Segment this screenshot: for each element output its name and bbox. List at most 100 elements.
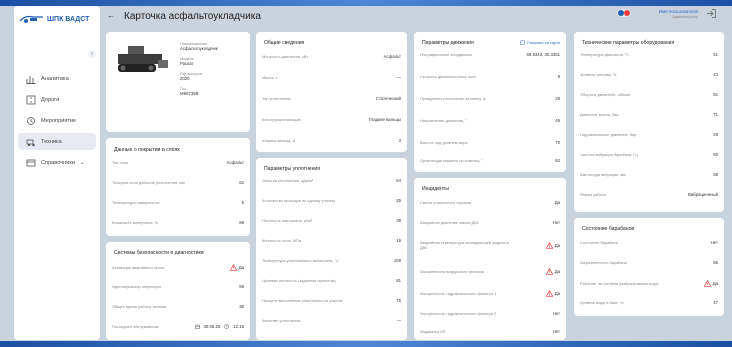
row-label: Загрязненность барабана [580, 260, 627, 265]
sidebar-item-label: Аналитика [41, 75, 69, 82]
row-label: Засоренность гидравлического фильтра 1 [420, 291, 497, 296]
row-value: 62 [555, 158, 560, 163]
field-value: Раскат [180, 61, 194, 66]
row-value: 81 [713, 92, 718, 97]
brand-logo[interactable]: ШПК ВАДСТ [19, 12, 89, 26]
row-value: 159 [393, 258, 401, 263]
row-label: Процент выполнения уплотнения на участке [262, 298, 343, 303]
safety-card: Системы безопасности и диагностики Актив… [106, 242, 250, 340]
maintenance-date: 30.05.25 [203, 324, 221, 329]
info-row: Засоренность гидравлического фильтра 2 Не… [420, 311, 560, 316]
info-row: Давление масла, бар 71 [580, 112, 718, 117]
row-label: Направление движения, ° [420, 118, 467, 123]
row-label: Засоренность гидравлического фильтра 2 [420, 311, 497, 316]
row-value: Нет [552, 329, 560, 334]
row-value: — [396, 318, 401, 323]
paver-image [118, 46, 168, 72]
info-row: Последнее обслуживание 30.05.25 12:15 [112, 324, 244, 329]
brand-name: ШПК ВАДСТ [47, 15, 90, 23]
row-value: — [396, 75, 401, 80]
compaction-card: Параметры уплотнения Энергия уплотнения,… [256, 158, 407, 340]
info-row: Тип уплотнения Статический [262, 96, 401, 101]
info-row: Высота над уровнем моря 70 [420, 140, 560, 145]
toggle-knob-red [624, 10, 630, 16]
row-label: Скорость движения катка, км/ч [420, 74, 476, 79]
bottom-edge [0, 341, 732, 347]
row-label: Работает ли система разбрызгивания воды [580, 281, 659, 286]
info-row: Мощность двигателя, кВт Асфальт [262, 54, 401, 59]
info-row: Температура двигателя, °С 51 [580, 52, 718, 57]
row-label: Режим работы [580, 192, 607, 197]
row-label: Количество проходов по одному участку [262, 198, 336, 203]
back-button[interactable]: ← [107, 11, 115, 20]
row-value: 29 [713, 132, 718, 137]
info-row: Целевая плотность (заданная проектом) 81 [262, 278, 401, 283]
info-row: Смена стояночного тормоза Да [420, 200, 560, 205]
drums-card: Состояние барабанов Состояние барабана Не… [574, 218, 724, 316]
section-title: Системы безопасности и диагностики [114, 250, 204, 256]
incidents-card: Инциденты Смена стояночного тормоза Да Ав… [414, 178, 566, 340]
row-value: Гладкие вальцы [368, 117, 401, 122]
row-label: Тип слоя [112, 160, 129, 165]
tech-card: Технические параметры оборудования Темпе… [574, 32, 724, 212]
row-value: Да [554, 200, 560, 205]
row-value: 47 [713, 300, 718, 305]
row-label: Ширина вальца, м [262, 138, 296, 143]
warning-value: Да [545, 268, 560, 275]
info-row: Пройденное расстояние за смену, м 28 [420, 96, 560, 101]
warning-icon [545, 268, 553, 275]
collapse-sidebar-button[interactable]: ‹ [88, 50, 96, 58]
coating-card: Данные о покрытии и слоях Тип слоя Асфаль… [106, 138, 250, 236]
page-title: Карточка асфальтоукладчика [124, 11, 261, 22]
row-label: Толщина слоя до/после уплотнения, мм [112, 180, 185, 185]
row-label: Амплитуда вибрации, мм [580, 172, 626, 177]
warning-icon [703, 280, 711, 287]
info-row: Уровень воды в баке, % 47 [580, 300, 718, 305]
info-row: Ориентация машины по компасу, ° 62 [420, 158, 560, 163]
row-label: Аварийное давление масла ДВС [420, 220, 480, 225]
logout-icon[interactable] [706, 8, 717, 19]
row-label: Конструкция вальцов [262, 117, 301, 122]
user-name: Имя пользователя [658, 9, 698, 14]
info-row: Обороты двигателя, об/мин 81 [580, 92, 718, 97]
row-label: Идентификатор оператора [112, 284, 161, 289]
row-label: Давление масла, бар [580, 112, 619, 117]
info-row: Уровень топлива, % 43 [580, 72, 718, 77]
row-value: Да [238, 265, 244, 270]
row-label: Мощность двигателя, кВт [262, 54, 308, 59]
row-label: Обороты двигателя, об/мин [580, 92, 631, 97]
show-on-map-link[interactable]: Показать на карте [520, 40, 560, 45]
sidebar-item-label: Мероприятие [41, 117, 77, 124]
row-label: Гидравлическое давление, бар [580, 132, 637, 137]
sidebar-item-events[interactable]: Мероприятие [18, 112, 96, 129]
row-value: 3 [398, 138, 401, 143]
row-label: Энергия уплотнения, кДж/м² [262, 178, 314, 183]
row-label: Масса, т [262, 75, 278, 80]
user-info[interactable]: Имя пользователя Администратор [640, 9, 698, 19]
status-toggle[interactable] [617, 9, 631, 17]
row-value: 50 [713, 152, 718, 157]
row-value: Нет [552, 220, 560, 225]
section-title: Параметры уплотнения [264, 166, 321, 172]
directory-icon [26, 159, 36, 166]
info-row: Качество уплотнения — [262, 318, 401, 323]
chevron-down-icon: ⌄ [79, 159, 85, 166]
info-row: Конструкция вальцов Гладкие вальцы [262, 117, 401, 122]
sidebar-item-machinery[interactable]: Техника [18, 133, 96, 150]
row-value: 28 [555, 96, 560, 101]
row-label: Высота над уровнем моря [420, 140, 468, 145]
row-label: Активация аварийного стопа [112, 265, 164, 270]
sidebar-item-analytics[interactable]: Аналитика [18, 70, 96, 87]
warning-icon [545, 290, 553, 297]
row-value: 51 [713, 52, 718, 57]
warning-icon [229, 264, 237, 271]
row-label: Смена стояночного тормоза [420, 200, 471, 205]
info-row: Загрязненность барабана 86 [580, 260, 718, 265]
sidebar-item-directories[interactable]: Справочники ⌄ [18, 154, 96, 171]
clock-icon [224, 324, 229, 329]
info-row: Направление движения, ° 49 [420, 118, 560, 123]
row-value: Нет [710, 240, 718, 245]
roller-logo-icon [19, 15, 43, 23]
sidebar-item-roads[interactable]: Дороги [18, 91, 96, 108]
field-value: Асфальтоукладчик [180, 46, 218, 51]
